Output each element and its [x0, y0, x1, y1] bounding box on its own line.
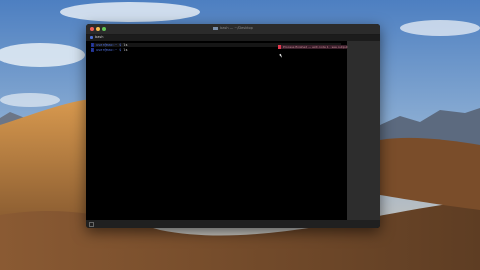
terminal-output[interactable]: 1 user@mac:~ $ ls 2 user@mac:~ $ ls: [86, 41, 346, 220]
command-text: ls: [121, 43, 128, 47]
notification-text: Process finished — exit code 1 · see out…: [283, 45, 348, 49]
terminal-icon: [90, 36, 93, 39]
window-titlebar[interactable]: bash — ~/Desktop: [86, 24, 380, 35]
terminal-window[interactable]: bash — ~/Desktop bash 1 user@mac:~ $ ls 2…: [86, 24, 380, 228]
window-title-text: bash — ~/Desktop: [220, 26, 253, 30]
side-panel: [347, 41, 380, 220]
line-number: 2: [91, 48, 94, 52]
terminal-line: 2 user@mac:~ $ ls: [91, 48, 128, 52]
shell-prompt: user@mac:~ $: [96, 48, 122, 52]
window-title: bash — ~/Desktop: [86, 26, 380, 30]
panel-toggle-icon[interactable]: [89, 222, 94, 227]
tab-bash[interactable]: bash: [95, 35, 103, 39]
status-bar: [86, 220, 380, 228]
error-notification[interactable]: Process finished — exit code 1 · see out…: [278, 45, 348, 49]
command-text: ls: [121, 48, 128, 52]
shell-prompt: user@mac:~ $: [96, 43, 122, 47]
line-number: 1: [91, 43, 94, 47]
folder-icon: [213, 26, 219, 30]
